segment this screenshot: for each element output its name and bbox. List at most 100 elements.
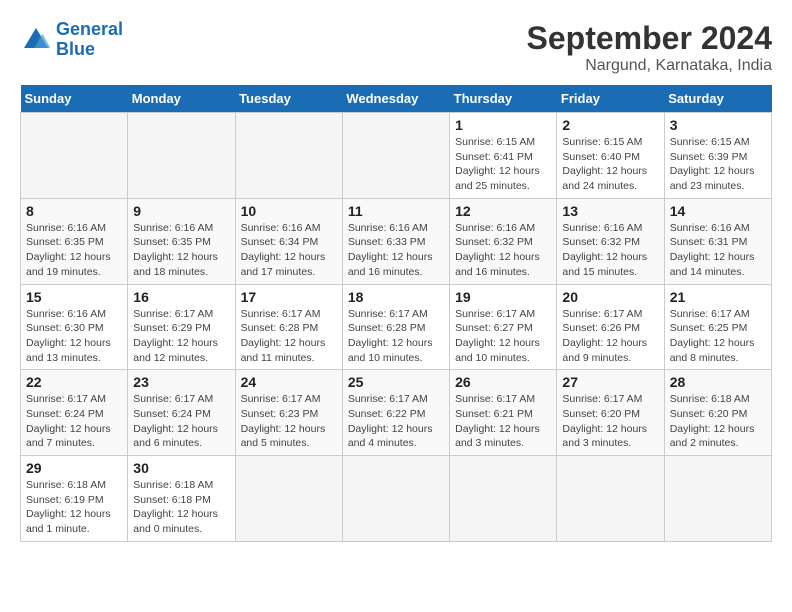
calendar-cell: 28 Sunrise: 6:18 AMSunset: 6:20 PMDaylig… [664,370,771,456]
location-title: Nargund, Karnataka, India [527,57,772,75]
calendar-week-4: 22 Sunrise: 6:17 AMSunset: 6:24 PMDaylig… [21,370,772,456]
day-number: 28 [670,374,766,390]
day-number: 27 [562,374,658,390]
calendar-cell: 8 Sunrise: 6:16 AMSunset: 6:35 PMDayligh… [21,198,128,284]
calendar-cell [342,456,449,542]
day-number: 14 [670,203,766,219]
day-number: 11 [348,203,444,219]
day-number: 18 [348,289,444,305]
calendar-cell: 18 Sunrise: 6:17 AMSunset: 6:28 PMDaylig… [342,284,449,370]
day-info: Sunrise: 6:16 AMSunset: 6:32 PMDaylight:… [455,222,540,278]
calendar-cell [450,456,557,542]
day-number: 19 [455,289,551,305]
calendar-week-5: 29 Sunrise: 6:18 AMSunset: 6:19 PMDaylig… [21,456,772,542]
calendar-cell: 27 Sunrise: 6:17 AMSunset: 6:20 PMDaylig… [557,370,664,456]
day-info: Sunrise: 6:16 AMSunset: 6:35 PMDaylight:… [26,222,111,278]
day-number: 22 [26,374,122,390]
day-info: Sunrise: 6:16 AMSunset: 6:33 PMDaylight:… [348,222,433,278]
day-info: Sunrise: 6:16 AMSunset: 6:35 PMDaylight:… [133,222,218,278]
calendar-cell: 30 Sunrise: 6:18 AMSunset: 6:18 PMDaylig… [128,456,235,542]
day-number: 8 [26,203,122,219]
day-info: Sunrise: 6:17 AMSunset: 6:28 PMDaylight:… [241,308,326,364]
title-area: September 2024 Nargund, Karnataka, India [527,20,772,75]
day-info: Sunrise: 6:17 AMSunset: 6:28 PMDaylight:… [348,308,433,364]
day-number: 25 [348,374,444,390]
day-number: 24 [241,374,337,390]
day-number: 30 [133,460,229,476]
day-info: Sunrise: 6:16 AMSunset: 6:32 PMDaylight:… [562,222,647,278]
logo-icon [20,24,52,56]
day-number: 3 [670,117,766,133]
col-header-sunday: Sunday [21,85,128,113]
calendar-cell [235,113,342,199]
day-number: 16 [133,289,229,305]
calendar-cell: 9 Sunrise: 6:16 AMSunset: 6:35 PMDayligh… [128,198,235,284]
col-header-thursday: Thursday [450,85,557,113]
day-info: Sunrise: 6:17 AMSunset: 6:25 PMDaylight:… [670,308,755,364]
logo-line1: General [56,19,123,39]
day-number: 1 [455,117,551,133]
logo-text: General Blue [56,20,123,60]
calendar-header-row: SundayMondayTuesdayWednesdayThursdayFrid… [21,85,772,113]
month-title: September 2024 [527,20,772,57]
day-number: 17 [241,289,337,305]
col-header-monday: Monday [128,85,235,113]
day-info: Sunrise: 6:17 AMSunset: 6:22 PMDaylight:… [348,393,433,449]
calendar-cell: 16 Sunrise: 6:17 AMSunset: 6:29 PMDaylig… [128,284,235,370]
day-info: Sunrise: 6:17 AMSunset: 6:21 PMDaylight:… [455,393,540,449]
day-info: Sunrise: 6:17 AMSunset: 6:24 PMDaylight:… [133,393,218,449]
day-info: Sunrise: 6:18 AMSunset: 6:20 PMDaylight:… [670,393,755,449]
calendar-cell: 1 Sunrise: 6:15 AMSunset: 6:41 PMDayligh… [450,113,557,199]
day-info: Sunrise: 6:18 AMSunset: 6:19 PMDaylight:… [26,479,111,535]
day-info: Sunrise: 6:17 AMSunset: 6:20 PMDaylight:… [562,393,647,449]
day-number: 29 [26,460,122,476]
calendar-cell [235,456,342,542]
day-info: Sunrise: 6:17 AMSunset: 6:26 PMDaylight:… [562,308,647,364]
calendar-week-2: 8 Sunrise: 6:16 AMSunset: 6:35 PMDayligh… [21,198,772,284]
calendar-cell: 19 Sunrise: 6:17 AMSunset: 6:27 PMDaylig… [450,284,557,370]
day-number: 13 [562,203,658,219]
calendar-cell: 22 Sunrise: 6:17 AMSunset: 6:24 PMDaylig… [21,370,128,456]
calendar-cell: 15 Sunrise: 6:16 AMSunset: 6:30 PMDaylig… [21,284,128,370]
calendar-cell: 20 Sunrise: 6:17 AMSunset: 6:26 PMDaylig… [557,284,664,370]
calendar-cell: 24 Sunrise: 6:17 AMSunset: 6:23 PMDaylig… [235,370,342,456]
day-number: 23 [133,374,229,390]
day-number: 20 [562,289,658,305]
calendar-cell: 10 Sunrise: 6:16 AMSunset: 6:34 PMDaylig… [235,198,342,284]
calendar-cell: 23 Sunrise: 6:17 AMSunset: 6:24 PMDaylig… [128,370,235,456]
day-info: Sunrise: 6:16 AMSunset: 6:31 PMDaylight:… [670,222,755,278]
col-header-friday: Friday [557,85,664,113]
calendar-cell [557,456,664,542]
page-header: General Blue September 2024 Nargund, Kar… [20,20,772,75]
day-number: 12 [455,203,551,219]
calendar-cell: 14 Sunrise: 6:16 AMSunset: 6:31 PMDaylig… [664,198,771,284]
day-info: Sunrise: 6:15 AMSunset: 6:40 PMDaylight:… [562,136,647,192]
day-number: 9 [133,203,229,219]
day-info: Sunrise: 6:18 AMSunset: 6:18 PMDaylight:… [133,479,218,535]
col-header-saturday: Saturday [664,85,771,113]
calendar-cell: 21 Sunrise: 6:17 AMSunset: 6:25 PMDaylig… [664,284,771,370]
calendar-cell: 13 Sunrise: 6:16 AMSunset: 6:32 PMDaylig… [557,198,664,284]
day-info: Sunrise: 6:15 AMSunset: 6:41 PMDaylight:… [455,136,540,192]
col-header-tuesday: Tuesday [235,85,342,113]
logo: General Blue [20,20,123,60]
calendar-cell: 26 Sunrise: 6:17 AMSunset: 6:21 PMDaylig… [450,370,557,456]
calendar-week-3: 15 Sunrise: 6:16 AMSunset: 6:30 PMDaylig… [21,284,772,370]
calendar-cell: 12 Sunrise: 6:16 AMSunset: 6:32 PMDaylig… [450,198,557,284]
day-info: Sunrise: 6:16 AMSunset: 6:30 PMDaylight:… [26,308,111,364]
day-number: 26 [455,374,551,390]
day-info: Sunrise: 6:16 AMSunset: 6:34 PMDaylight:… [241,222,326,278]
day-info: Sunrise: 6:17 AMSunset: 6:27 PMDaylight:… [455,308,540,364]
day-info: Sunrise: 6:17 AMSunset: 6:23 PMDaylight:… [241,393,326,449]
day-info: Sunrise: 6:17 AMSunset: 6:24 PMDaylight:… [26,393,111,449]
calendar-week-1: 1 Sunrise: 6:15 AMSunset: 6:41 PMDayligh… [21,113,772,199]
calendar-cell: 29 Sunrise: 6:18 AMSunset: 6:19 PMDaylig… [21,456,128,542]
calendar-cell: 2 Sunrise: 6:15 AMSunset: 6:40 PMDayligh… [557,113,664,199]
day-info: Sunrise: 6:17 AMSunset: 6:29 PMDaylight:… [133,308,218,364]
day-number: 15 [26,289,122,305]
day-number: 2 [562,117,658,133]
day-number: 21 [670,289,766,305]
calendar-cell [664,456,771,542]
calendar-cell [342,113,449,199]
calendar-cell: 3 Sunrise: 6:15 AMSunset: 6:39 PMDayligh… [664,113,771,199]
